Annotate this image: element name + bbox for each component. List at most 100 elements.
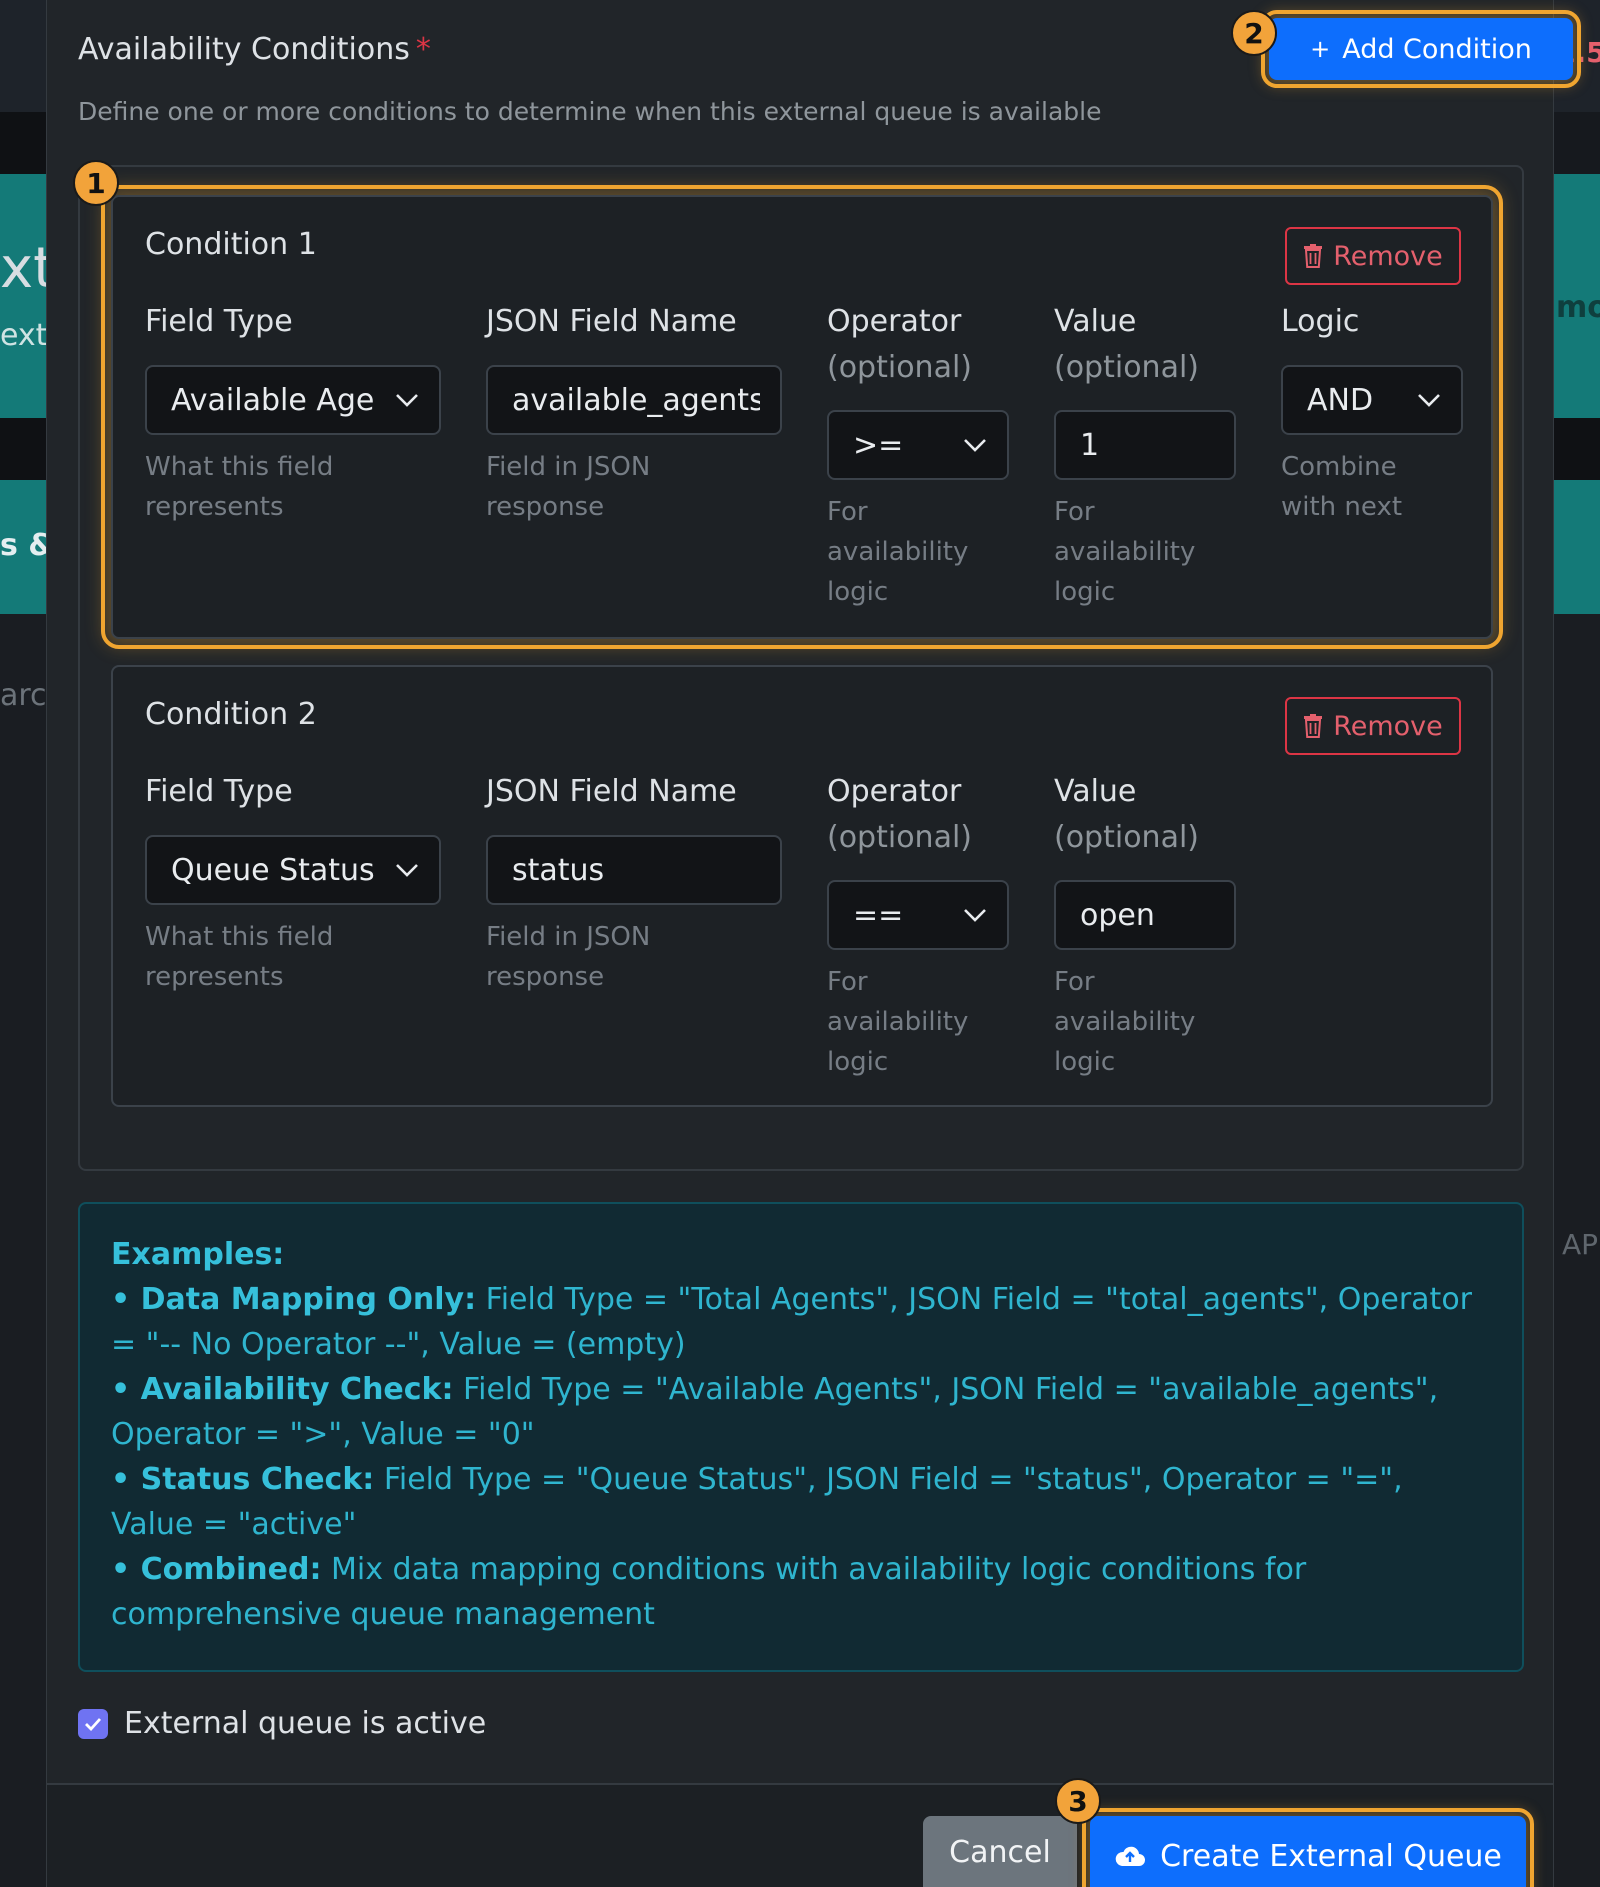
operator-help: For availability logic [827,492,968,612]
help-line: logic [827,1047,889,1077]
logic-help: Combine with next [1281,447,1402,527]
field-type-select[interactable]: Queue Status [145,835,441,905]
value-input-value: open [1080,897,1155,933]
field-type-label: Field Type [145,304,293,339]
chevron-down-icon [1409,393,1449,407]
required-marker: * [415,32,431,67]
help-line: represents [145,492,284,522]
logic-value: AND [1307,382,1374,418]
background-panel [0,614,46,1887]
example-text: Mix data mapping conditions with availab… [321,1552,1307,1587]
trash-icon [1304,714,1323,738]
example-text: = "-- No Operator --", Value = (empty) [111,1327,686,1362]
examples-alert: Examples: • Data Mapping Only: Field Typ… [78,1202,1524,1672]
create-label: Create External Queue [1160,1838,1502,1874]
help-line: with next [1281,492,1403,522]
remove-label: Remove [1333,240,1443,272]
background-panel [0,418,46,480]
operator-value: >= [853,427,904,463]
example-text: Value = "active" [111,1507,357,1542]
examples-heading: Examples: [111,1237,285,1272]
availability-conditions-title: Availability Conditions * [78,32,431,67]
json-field-name-value: available_agents [512,382,760,418]
chevron-down-icon [955,438,995,452]
example-text: Field Type = "Available Agents", JSON Fi… [453,1372,1439,1407]
field-type-help: What this field represents [145,447,333,527]
create-external-queue-modal: Availability Conditions * Define one or m… [46,0,1581,1887]
conditions-container: Condition 1 Remove Field Type Available … [78,165,1524,1171]
chevron-down-icon [387,393,427,407]
field-type-value: Available Age [171,382,375,418]
value-input[interactable]: 1 [1054,410,1236,480]
chevron-down-icon [387,863,427,877]
example-title: Status Check: [140,1462,375,1497]
add-condition-button[interactable]: + Add Condition [1261,10,1581,88]
background-teal-card [1554,480,1600,614]
help-line: Field in JSON [486,922,651,952]
example-title: Data Mapping Only: [140,1282,477,1317]
background-panel [0,0,46,112]
value-optional: (optional) [1054,820,1199,855]
background-panel [0,112,46,174]
field-type-select[interactable]: Available Age [145,365,441,435]
background-text-fragment: s & [0,528,46,563]
value-label-text: Value [1054,774,1137,809]
condition-card-2: Condition 2 Remove Field Type Queue Stat… [111,665,1493,1107]
example-item: • Availability Check: Field Type = "Avai… [111,1372,1439,1407]
example-text: Field Type = "Queue Status", JSON Field … [374,1462,1403,1497]
condition-title: Condition 2 [145,697,317,732]
json-field-name-label: JSON Field Name [486,774,737,809]
value-input[interactable]: open [1054,880,1236,950]
active-checkbox-label: External queue is active [124,1706,487,1741]
logic-select[interactable]: AND [1281,365,1463,435]
example-item: • Status Check: Field Type = "Queue Stat… [111,1462,1403,1497]
operator-label: Operator (optional) [827,769,972,861]
help-line: logic [1054,577,1116,607]
value-help: For availability logic [1054,962,1195,1082]
help-line: Combine [1281,452,1397,482]
background-text-fragment: AP [1562,1228,1599,1261]
plus-icon: + [1310,35,1331,63]
help-line: represents [145,962,284,992]
operator-select[interactable]: == [827,880,1009,950]
background-text-fragment: arc [0,678,46,713]
section-title-text: Availability Conditions [78,32,410,67]
remove-condition-button[interactable]: Remove [1285,697,1461,755]
help-line: Field in JSON [486,452,651,482]
trash-icon [1304,244,1323,268]
background-text-fragment: ext [0,318,46,353]
example-text: Operator = ">", Value = "0" [111,1417,535,1452]
background-text-fragment: mo [1556,290,1600,325]
logic-label: Logic [1281,304,1360,339]
help-line: availability [827,537,969,567]
example-title: Availability Check: [140,1372,454,1407]
operator-select[interactable]: >= [827,410,1009,480]
value-optional: (optional) [1054,350,1199,385]
help-line: logic [1054,1047,1116,1077]
value-label: Value (optional) [1054,769,1199,861]
example-text: Field Type = "Total Agents", JSON Field … [476,1282,1473,1317]
help-line: logic [827,577,889,607]
chevron-down-icon [955,908,995,922]
remove-condition-button[interactable]: Remove [1285,227,1461,285]
value-label: Value (optional) [1054,299,1199,391]
help-line: For [1054,497,1095,527]
step-badge-1: 1 [73,160,119,206]
help-line: What this field [145,452,334,482]
json-field-name-input[interactable]: available_agents [486,365,782,435]
cancel-button[interactable]: Cancel [923,1816,1077,1887]
operator-label: Operator (optional) [827,299,972,391]
json-field-name-label: JSON Field Name [486,304,737,339]
json-field-name-input[interactable]: status [486,835,782,905]
operator-help: For availability logic [827,962,968,1082]
help-line: For [827,497,868,527]
help-line: For [1054,967,1095,997]
create-external-queue-button[interactable]: Create External Queue [1082,1808,1534,1887]
operator-label-text: Operator [827,304,962,339]
json-field-name-value: status [512,852,605,888]
help-line: What this field [145,922,334,952]
step-badge-3: 3 [1055,1778,1101,1824]
active-checkbox[interactable] [78,1708,108,1739]
help-line: availability [827,1007,969,1037]
example-item: • Data Mapping Only: Field Type = "Total… [111,1282,1473,1317]
